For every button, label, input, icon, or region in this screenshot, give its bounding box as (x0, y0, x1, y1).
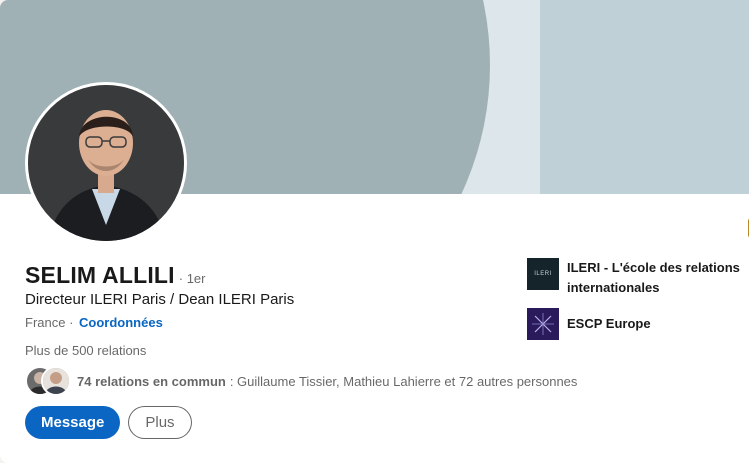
org-name: ESCP Europe (567, 316, 651, 331)
mutual-avatars (25, 366, 71, 396)
profile-name: SELIM ALLILI (25, 262, 175, 288)
profile-photo (28, 85, 184, 241)
mutual-connections[interactable]: 74 relations en commun : Guillaume Tissi… (25, 366, 577, 396)
profile-actions: Message Plus (25, 406, 192, 439)
message-button[interactable]: Message (25, 406, 121, 439)
banner-panel (540, 0, 749, 194)
connections-count[interactable]: Plus de 500 relations (25, 343, 146, 358)
contact-info-link[interactable]: Coordonnées (79, 315, 163, 330)
profile-card: SELIM ALLILI · 1er Directeur ILERI Paris… (0, 0, 749, 463)
location-row: France · Coordonnées (25, 315, 163, 330)
avatar (41, 366, 71, 396)
organizations-list: ILERI ILERI - L'école des relations inte… (527, 258, 749, 350)
escp-logo-icon (527, 308, 559, 340)
mutual-count: 74 relations en commun (77, 373, 226, 389)
org-item-escp[interactable]: ESCP Europe (527, 308, 749, 340)
profile-avatar[interactable] (25, 82, 187, 244)
profile-headline: Directeur ILERI Paris / Dean ILERI Paris (25, 291, 295, 308)
profile-location: France · (25, 315, 74, 330)
ileri-logo-icon: ILERI (527, 258, 559, 290)
connection-degree: · 1er (178, 271, 206, 286)
mutual-names: : Guillaume Tissier, Mathieu Lahierre et… (229, 373, 578, 389)
name-row: SELIM ALLILI · 1er (25, 262, 206, 289)
more-button[interactable]: Plus (128, 406, 192, 439)
org-item-ileri[interactable]: ILERI ILERI - L'école des relations inte… (527, 258, 749, 298)
org-name: ILERI - L'école des relations internatio… (567, 260, 740, 295)
